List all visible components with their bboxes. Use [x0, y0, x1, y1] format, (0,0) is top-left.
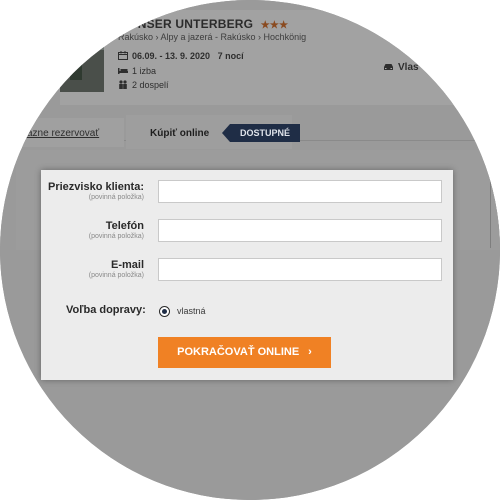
surname-hint: (povinná položka): [88, 194, 144, 201]
hotel-photo: [60, 18, 104, 92]
room-count: 1 izba: [132, 66, 157, 76]
tab-reserve[interactable]: vazne rezervovať: [0, 118, 124, 147]
transport-info: Vlas: [383, 62, 419, 73]
tab-buy-label: Kúpiť online: [150, 128, 210, 139]
tab-reserve-label: vazne rezervovať: [22, 128, 100, 139]
transport-short: Vlas: [398, 62, 419, 73]
phone-input[interactable]: [158, 219, 442, 242]
transport-choice-label: Voľba dopravy:: [66, 304, 146, 316]
breadcrumb: Rakúsko › Alpy a jazerá - Rakúsko › Hoch…: [118, 32, 307, 42]
phone-label: Telefón: [105, 220, 144, 232]
people-count: 2 dospelí: [132, 80, 169, 90]
room-row: 1 izba: [118, 66, 156, 76]
chevron-right-icon: ›: [308, 346, 312, 358]
star-rating: ★★★: [260, 20, 289, 31]
email-hint: (povinná položka): [88, 272, 144, 279]
continue-online-button[interactable]: POKRAČOVAŤ ONLINE ›: [158, 337, 331, 368]
people-icon: [119, 80, 127, 89]
phone-hint: (povinná položka): [88, 233, 144, 240]
continue-button-label: POKRAČOVAŤ ONLINE: [177, 346, 300, 358]
email-label-group: E-mail (povinná položka): [89, 259, 144, 279]
date-range: 06.09. - 13. 9. 2020: [132, 51, 211, 61]
car-icon: [384, 64, 393, 70]
bed-icon: [118, 68, 128, 74]
phone-label-group: Telefón (povinná položka): [89, 220, 144, 240]
transport-option-label[interactable]: vlastná: [177, 306, 206, 316]
people-row: 2 dospelí: [118, 80, 169, 90]
email-label: E-mail: [110, 259, 144, 271]
hotel-name: L UNSER UNTERBERG: [118, 17, 254, 31]
divider: [396, 45, 402, 47]
surname-label: Priezvisko klienta:: [48, 181, 144, 193]
hotel-title[interactable]: L UNSER UNTERBERG ★★★: [118, 17, 288, 31]
surname-label-group: Priezvisko klienta: (povinná položka): [48, 181, 144, 201]
circular-crop: L UNSER UNTERBERG ★★★ Rakúsko › Alpy a j…: [0, 0, 500, 500]
email-input[interactable]: [158, 258, 442, 281]
availability-badge: DOSTUPNÉ: [222, 124, 300, 142]
calendar-icon: [118, 51, 128, 60]
dates-row: 06.09. - 13. 9. 2020 7 nocí: [118, 51, 244, 61]
transport-radio-own[interactable]: [159, 306, 170, 317]
surname-input[interactable]: [158, 180, 442, 203]
nights: 7 nocí: [217, 51, 244, 61]
contact-form-modal: Priezvisko klienta: (povinná položka) Te…: [41, 170, 453, 380]
